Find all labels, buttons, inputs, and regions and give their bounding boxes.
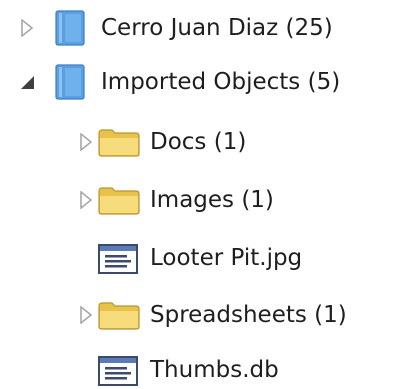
tree-item-label: Looter Pit.jpg	[150, 245, 303, 271]
expand-arrow-icon[interactable]	[77, 306, 95, 324]
tree-item-imported-objects[interactable]: Imported Objects (5)	[0, 62, 399, 102]
tree-item-spreadsheets[interactable]: Spreadsheets (1)	[0, 295, 399, 335]
expand-arrow-icon[interactable]	[77, 133, 95, 151]
tree-item-label: Cerro Juan Diaz (25)	[101, 15, 333, 41]
tree-item-label: Thumbs.db	[150, 357, 279, 383]
tree-item-label: Images (1)	[150, 187, 274, 213]
file-icon	[98, 244, 138, 280]
expand-arrow-icon[interactable]	[18, 19, 36, 37]
tree-item-looter-pit-jpg[interactable]: Looter Pit.jpg	[0, 238, 399, 278]
tree-item-images[interactable]: Images (1)	[0, 180, 399, 220]
folder-icon	[98, 129, 140, 163]
folder-icon	[98, 302, 140, 336]
tree-item-label: Imported Objects (5)	[101, 69, 341, 95]
project-icon	[55, 64, 85, 106]
tree-item-label: Spreadsheets (1)	[150, 302, 347, 328]
tree-item-thumbs-db[interactable]: Thumbs.db	[0, 350, 399, 389]
tree-item-label: Docs (1)	[150, 129, 247, 155]
tree-item-cerro-juan-diaz[interactable]: Cerro Juan Diaz (25)	[0, 8, 399, 48]
tree-item-docs[interactable]: Docs (1)	[0, 122, 399, 162]
project-icon	[55, 10, 85, 52]
file-icon	[98, 356, 138, 389]
expand-arrow-icon[interactable]	[77, 191, 95, 209]
collapse-arrow-icon[interactable]	[18, 73, 36, 91]
folder-icon	[98, 187, 140, 221]
file-tree: Cerro Juan Diaz (25) Imported Objects (5…	[0, 0, 399, 389]
